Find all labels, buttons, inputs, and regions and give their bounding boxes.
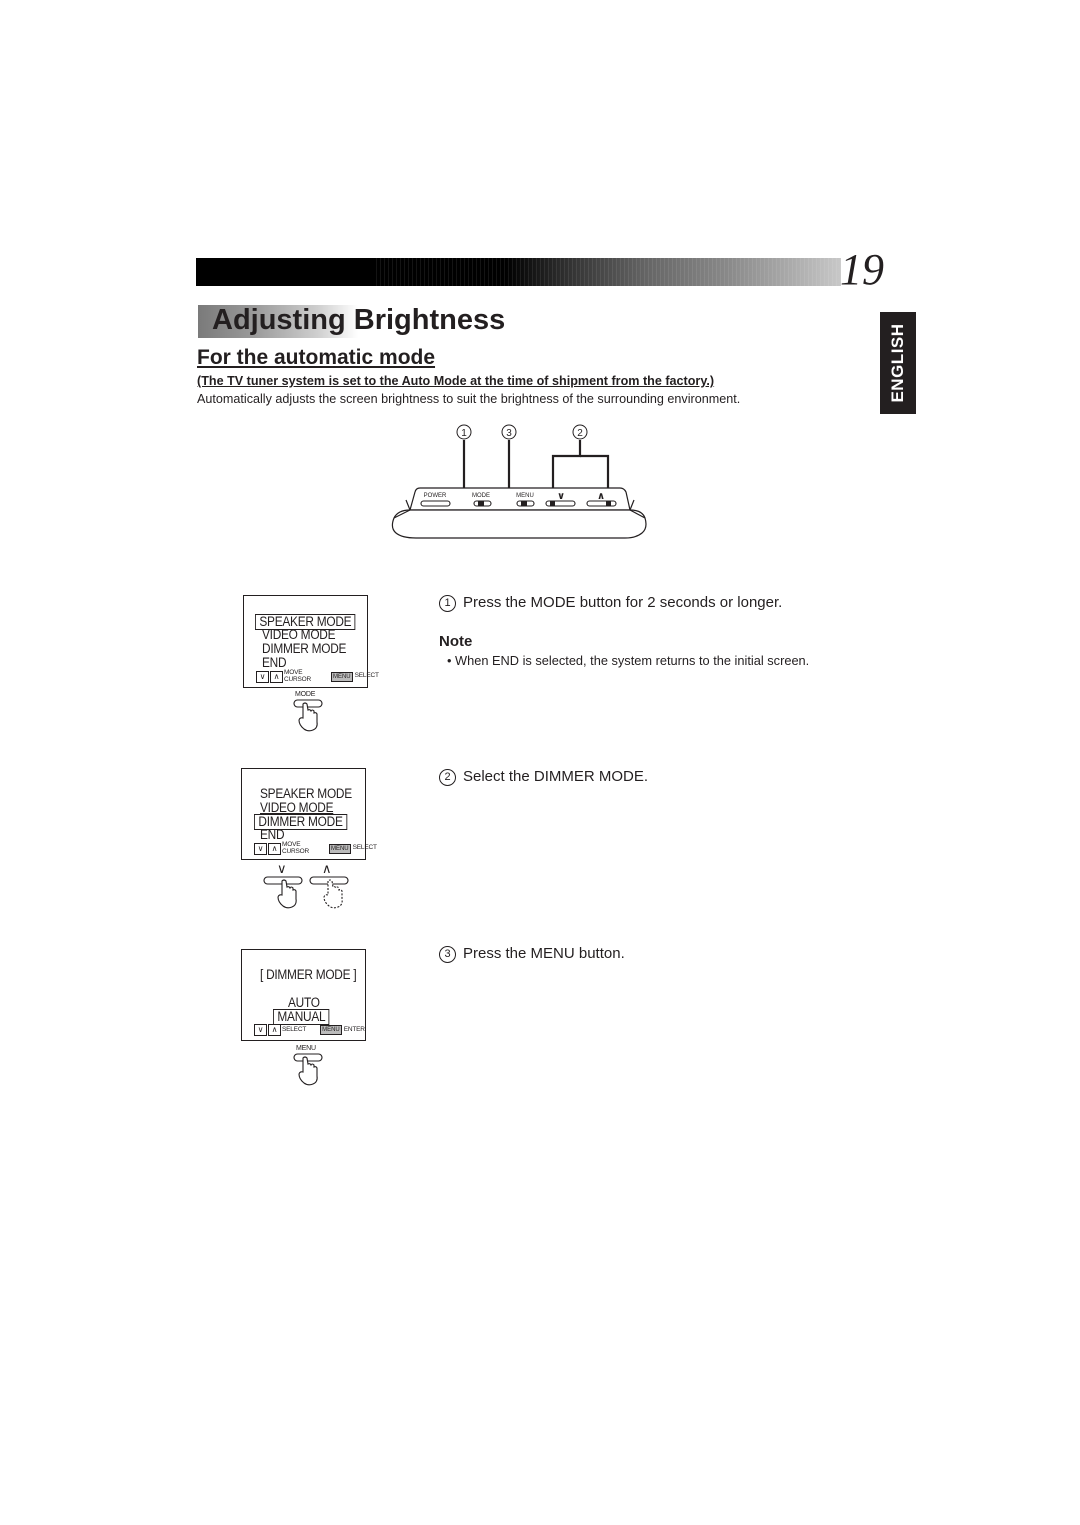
hand-press-mode-icon: [293, 699, 323, 732]
osd-menu-item-dimmer-mode: DIMMER MODE: [262, 641, 347, 656]
osd-footer: ∨ ∧ MOVE CURSOR MENU SELECT: [256, 669, 379, 683]
hand-press-arrow-buttons-icon: [263, 876, 349, 909]
hand-press-menu-icon: [293, 1053, 323, 1086]
menu-label: MENU: [516, 493, 534, 499]
section-description: Automatically adjusts the screen brightn…: [197, 392, 741, 406]
step-3: 3 Press the MENU button.: [439, 945, 625, 963]
menu-key-icon: MENU: [328, 843, 351, 854]
osd-menu-item-video-mode: VIDEO MODE: [260, 800, 334, 815]
osd-footer-select: SELECT: [352, 844, 377, 852]
osd-footer-select: SELECT: [354, 672, 379, 680]
up-button[interactable]: [586, 500, 617, 507]
callout-1: 1: [456, 424, 472, 440]
up-arrow-icon: ∧: [268, 1024, 281, 1036]
factory-note: (The TV tuner system is set to the Auto …: [197, 374, 715, 388]
down-arrow-label: ∨: [557, 491, 565, 502]
up-arrow-label: ∧: [597, 491, 605, 502]
power-label: POWER: [424, 493, 447, 499]
up-arrow-icon: ∧: [270, 670, 283, 683]
page-number: 19: [840, 245, 884, 294]
osd-footer-cursor: CURSOR: [282, 847, 309, 855]
callout-3-label: 3: [506, 428, 512, 439]
language-tab-label: ENGLISH: [888, 323, 907, 403]
step-number-1: 1: [439, 595, 456, 612]
osd-option-auto: AUTO: [288, 995, 320, 1010]
step-3-text: Press the MENU button.: [463, 945, 625, 962]
down-arrow-icon: ∨: [256, 670, 269, 683]
step-number-3: 3: [439, 946, 456, 963]
osd-menu-item-video-mode: VIDEO MODE: [262, 627, 336, 642]
step-1-text: Press the MODE button for 2 seconds or l…: [463, 594, 783, 611]
section-title: For the automatic mode: [197, 346, 436, 369]
power-button[interactable]: [420, 500, 451, 507]
remote-control-diagram: 1 3 2 POWER MODE MENU ∨ ∧: [391, 424, 647, 539]
osd-menu-item-end: END: [260, 827, 285, 842]
osd-footer: ∨ ∧ MOVE CURSOR MENU SELECT: [254, 841, 377, 855]
osd-screen-main-menu: SPEAKER MODE VIDEO MODE DIMMER MODE END …: [243, 595, 379, 688]
note-bullet: • When END is selected, the system retur…: [447, 653, 810, 668]
down-arrow-icon: ∨: [254, 842, 267, 855]
step-2: 2 Select the DIMMER MODE.: [439, 768, 648, 786]
menu-key-icon: MENU: [330, 671, 353, 682]
osd-menu-item-speaker-mode: SPEAKER MODE: [260, 786, 352, 801]
osd-footer-cursor: CURSOR: [284, 675, 311, 683]
down-arrow-icon: ∨: [254, 1024, 267, 1036]
language-tab: ENGLISH: [880, 312, 916, 414]
callout-2-label: 2: [577, 428, 583, 439]
osd-screen-dimmer-selected: SPEAKER MODE VIDEO MODE DIMMER MODE END …: [241, 768, 377, 860]
callout-3: 3: [501, 424, 517, 440]
menu-key-icon: MENU: [320, 1025, 342, 1035]
step-1: 1 Press the MODE button for 2 seconds or …: [439, 594, 782, 612]
step-number-2: 2: [439, 769, 456, 786]
osd-menu-item-end: END: [262, 655, 287, 670]
osd-footer: ∨ ∧ SELECT MENU ENTER: [254, 1024, 365, 1036]
osd-option-manual: MANUAL: [273, 1009, 330, 1025]
callout-1-label: 1: [461, 428, 467, 439]
note-heading: Note: [439, 633, 473, 650]
osd-footer-select: SELECT: [282, 1025, 307, 1033]
osd-footer-enter: ENTER: [343, 1025, 365, 1033]
step-2-text: Select the DIMMER MODE.: [463, 768, 649, 785]
page-title: Adjusting Brightness: [212, 304, 506, 336]
up-arrow-icon: ∧: [268, 842, 281, 855]
mode-label: MODE: [472, 493, 490, 499]
osd-dimmer-heading: [ DIMMER MODE ]: [260, 967, 357, 982]
header-bar-texture: [376, 258, 841, 286]
osd-screen-dimmer-mode: [ DIMMER MODE ] AUTO MANUAL ∨ ∧ SELECT M…: [241, 949, 366, 1041]
callout-2: 2: [572, 424, 588, 440]
